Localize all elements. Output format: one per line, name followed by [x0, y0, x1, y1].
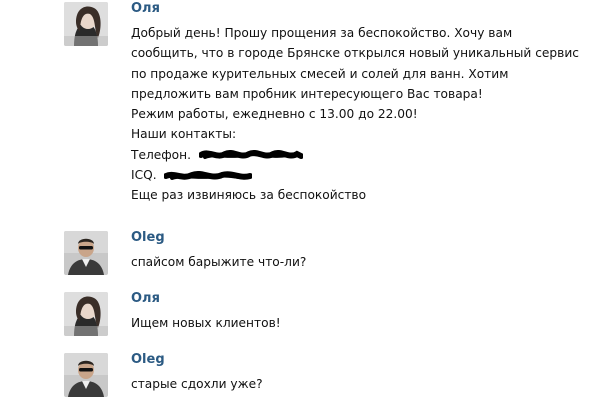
message-line: Добрый день! Прошу прощения за беспокойс… — [131, 26, 513, 40]
author-name-link[interactable]: Oleg — [131, 352, 165, 367]
avatar-photo-icon — [64, 231, 108, 275]
author-name-link[interactable]: Oleg — [131, 230, 165, 245]
phone-line: Телефон. — [131, 145, 571, 165]
author-name-link[interactable]: Оля — [131, 1, 160, 16]
message-line: спайсом барыжите что-ли? — [131, 255, 307, 269]
icq-label: ICQ. — [131, 168, 157, 183]
message-text: спайсом барыжите что-ли? — [131, 252, 571, 272]
message-line: Наши контакты: — [131, 127, 237, 142]
message-line: Режим работы, ежедневно с 13.00 до 22.00… — [131, 107, 418, 122]
avatar-photo-icon — [64, 292, 108, 336]
message-history: Оля Добрый день! Прошу прощения за беспо… — [0, 0, 600, 410]
message-line: старые сдохли уже? — [131, 377, 263, 391]
message-line: сообщить, что в городе Брянске открылся … — [131, 46, 579, 61]
avatar-photo-icon — [64, 2, 108, 46]
message-text: старые сдохли уже? — [131, 374, 571, 394]
message-line: Еще раз извиняюсь за беспокойство — [131, 188, 367, 203]
avatar-photo-icon — [64, 353, 108, 397]
author-name-link[interactable]: Оля — [131, 291, 160, 306]
message-line: по продаже курительных смесей и солей дл… — [131, 66, 509, 81]
avatar[interactable] — [64, 292, 108, 336]
message-text: Добрый день! Прошу прощения за беспокойс… — [131, 23, 579, 206]
icq-line: ICQ. — [131, 165, 571, 185]
avatar[interactable] — [64, 2, 108, 46]
message-line: Ищем новых клиентов! — [131, 316, 281, 330]
redacted-icq-scribble — [164, 169, 253, 183]
message-text: Ищем новых клиентов! — [131, 313, 571, 333]
phone-label: Телефон. — [131, 147, 191, 162]
redacted-phone-scribble — [198, 148, 303, 162]
avatar[interactable] — [64, 231, 108, 275]
message-line: предложить вам пробник интересующего Вас… — [131, 86, 483, 101]
avatar[interactable] — [64, 353, 108, 397]
